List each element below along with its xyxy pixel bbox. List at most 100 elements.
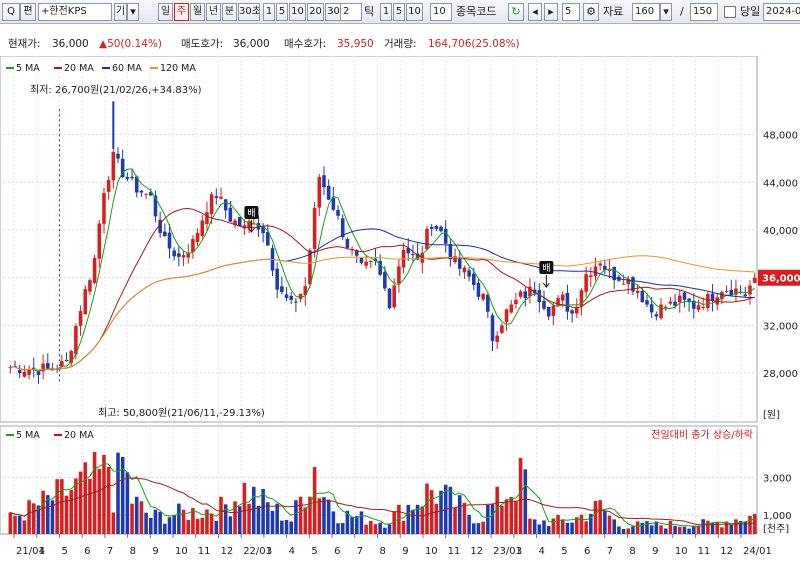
candle <box>359 258 364 263</box>
candle <box>177 253 181 257</box>
tick-value-input[interactable]: 2 <box>340 3 362 21</box>
volume-bar <box>369 520 373 534</box>
price-tick-label: 44,000 <box>763 178 798 189</box>
volume-bar <box>336 523 340 534</box>
volume-bar <box>237 506 242 534</box>
step-input[interactable]: 5 <box>562 3 580 21</box>
refresh-icon[interactable]: ↻ <box>508 3 524 21</box>
stock-code-button[interactable]: 편 <box>20 3 36 21</box>
tick-button-0[interactable]: 1 <box>380 3 392 21</box>
search-icon[interactable]: ▾ <box>127 3 139 21</box>
candle <box>439 226 443 232</box>
x-tick-label: 5 <box>311 546 317 557</box>
volume-bar <box>251 486 256 534</box>
settings-icon[interactable]: ⚙ <box>583 3 599 21</box>
volume-unit: [천주] <box>763 523 789 535</box>
x-tick-label: 10 <box>175 546 188 557</box>
candle <box>228 207 233 222</box>
stock-tag-button[interactable]: 기 <box>114 3 127 21</box>
volume-bar <box>603 510 607 534</box>
period-button-0[interactable]: 일 <box>158 3 173 21</box>
period-button-2[interactable]: 월 <box>190 3 205 21</box>
x-tick-label: 8 <box>130 546 136 557</box>
volume-bar <box>69 490 73 534</box>
tick-button-2[interactable]: 10 <box>406 3 423 21</box>
candle <box>659 304 663 319</box>
chevron-down-icon[interactable]: ▾ <box>660 3 672 21</box>
volume-bar <box>134 496 139 534</box>
volume-bar <box>518 457 523 534</box>
stock-chart[interactable]: 48,000 44,000 40,000 36,000 32,000 28,000 [원] 2… <box>0 55 800 560</box>
candle <box>219 196 223 199</box>
tick-button-1[interactable]: 5 <box>393 3 405 21</box>
x-tick-label: 8 <box>629 546 635 557</box>
x-tick-label: 6 <box>584 546 590 557</box>
minute-button-3[interactable]: 20 <box>307 3 324 21</box>
price-tick-label: 28,000 <box>763 369 798 380</box>
next-arrow-icon[interactable]: ▸ <box>544 3 558 21</box>
volume-bar <box>635 521 640 534</box>
date-input[interactable]: 2024-0 <box>763 3 800 21</box>
period-button-1[interactable]: 주 <box>174 3 189 21</box>
x-tick-label: 11 <box>198 546 211 557</box>
volume-bar <box>584 521 588 534</box>
prev-arrow-icon[interactable]: ◂ <box>528 3 542 21</box>
volume-bar <box>528 518 532 534</box>
volume-bar <box>364 524 368 534</box>
x-tick-label: 3 <box>516 546 522 557</box>
candle <box>411 254 415 256</box>
candle <box>181 255 186 258</box>
volume-bar <box>31 503 36 534</box>
candle <box>144 193 148 195</box>
legend-vol-label: 5 MA <box>16 430 40 441</box>
candle <box>317 177 322 208</box>
data-count-input[interactable]: 160 <box>632 3 660 21</box>
low-annotation: 최저: 26,700원(21/02/26,+34.83%) <box>30 84 202 96</box>
volume-bar <box>331 511 336 534</box>
minute-button-0[interactable]: 1 <box>263 3 275 21</box>
chart-toolbar: Q 편 +한전KPS 기 ▾ 일 주 월 년 분 30초 1 5 10 20 30 2 틱 1 5 10 10 종목코드 ↻ ◂… <box>0 0 800 24</box>
candle <box>17 370 22 374</box>
volume-bar <box>233 501 237 534</box>
candle <box>635 290 640 293</box>
minute-button-2[interactable]: 10 <box>289 3 306 21</box>
volume-bar <box>593 500 598 534</box>
volume-bar <box>195 518 200 534</box>
search-button[interactable]: Q <box>2 3 20 21</box>
quote-bar: 현재가: 36,000 ▲50(0.14%) 매도호가: 36,000 매수호가… <box>0 34 800 54</box>
volume-bar <box>425 483 429 534</box>
stock-name-input[interactable]: +한전KPS <box>38 3 112 21</box>
candle <box>200 220 205 236</box>
x-tick-label: 12 <box>720 546 733 557</box>
candle <box>22 371 27 377</box>
volume-bar <box>654 521 659 534</box>
volume-bar <box>41 490 45 534</box>
x-tick-label: 7 <box>607 546 613 557</box>
period-button-5[interactable]: 30초 <box>238 3 260 21</box>
candle <box>78 311 83 326</box>
candle <box>607 269 612 271</box>
minute-button-1[interactable]: 5 <box>276 3 288 21</box>
candle <box>476 283 481 297</box>
volume-bar <box>467 514 471 534</box>
candle <box>167 232 172 249</box>
volume-bar <box>663 528 668 534</box>
volume-bar <box>102 454 106 534</box>
volume-bar <box>462 502 467 534</box>
volume-bar <box>565 522 570 534</box>
candle <box>106 179 111 192</box>
volume-bar <box>490 503 495 534</box>
period-button-4[interactable]: 분 <box>222 3 237 21</box>
volume-bar <box>200 517 205 534</box>
tick-count-input[interactable]: 10 <box>430 3 452 21</box>
total-count-input[interactable]: 150 <box>690 3 718 21</box>
volume-bar <box>158 511 162 534</box>
today-checkbox[interactable] <box>724 6 736 18</box>
volume-bar <box>88 478 92 534</box>
volume-bar <box>8 512 13 534</box>
volume-bar <box>486 504 490 534</box>
price-tick-label: 32,000 <box>763 321 798 332</box>
volume-bar <box>523 469 528 534</box>
period-button-3[interactable]: 년 <box>206 3 221 21</box>
candle <box>64 359 69 362</box>
